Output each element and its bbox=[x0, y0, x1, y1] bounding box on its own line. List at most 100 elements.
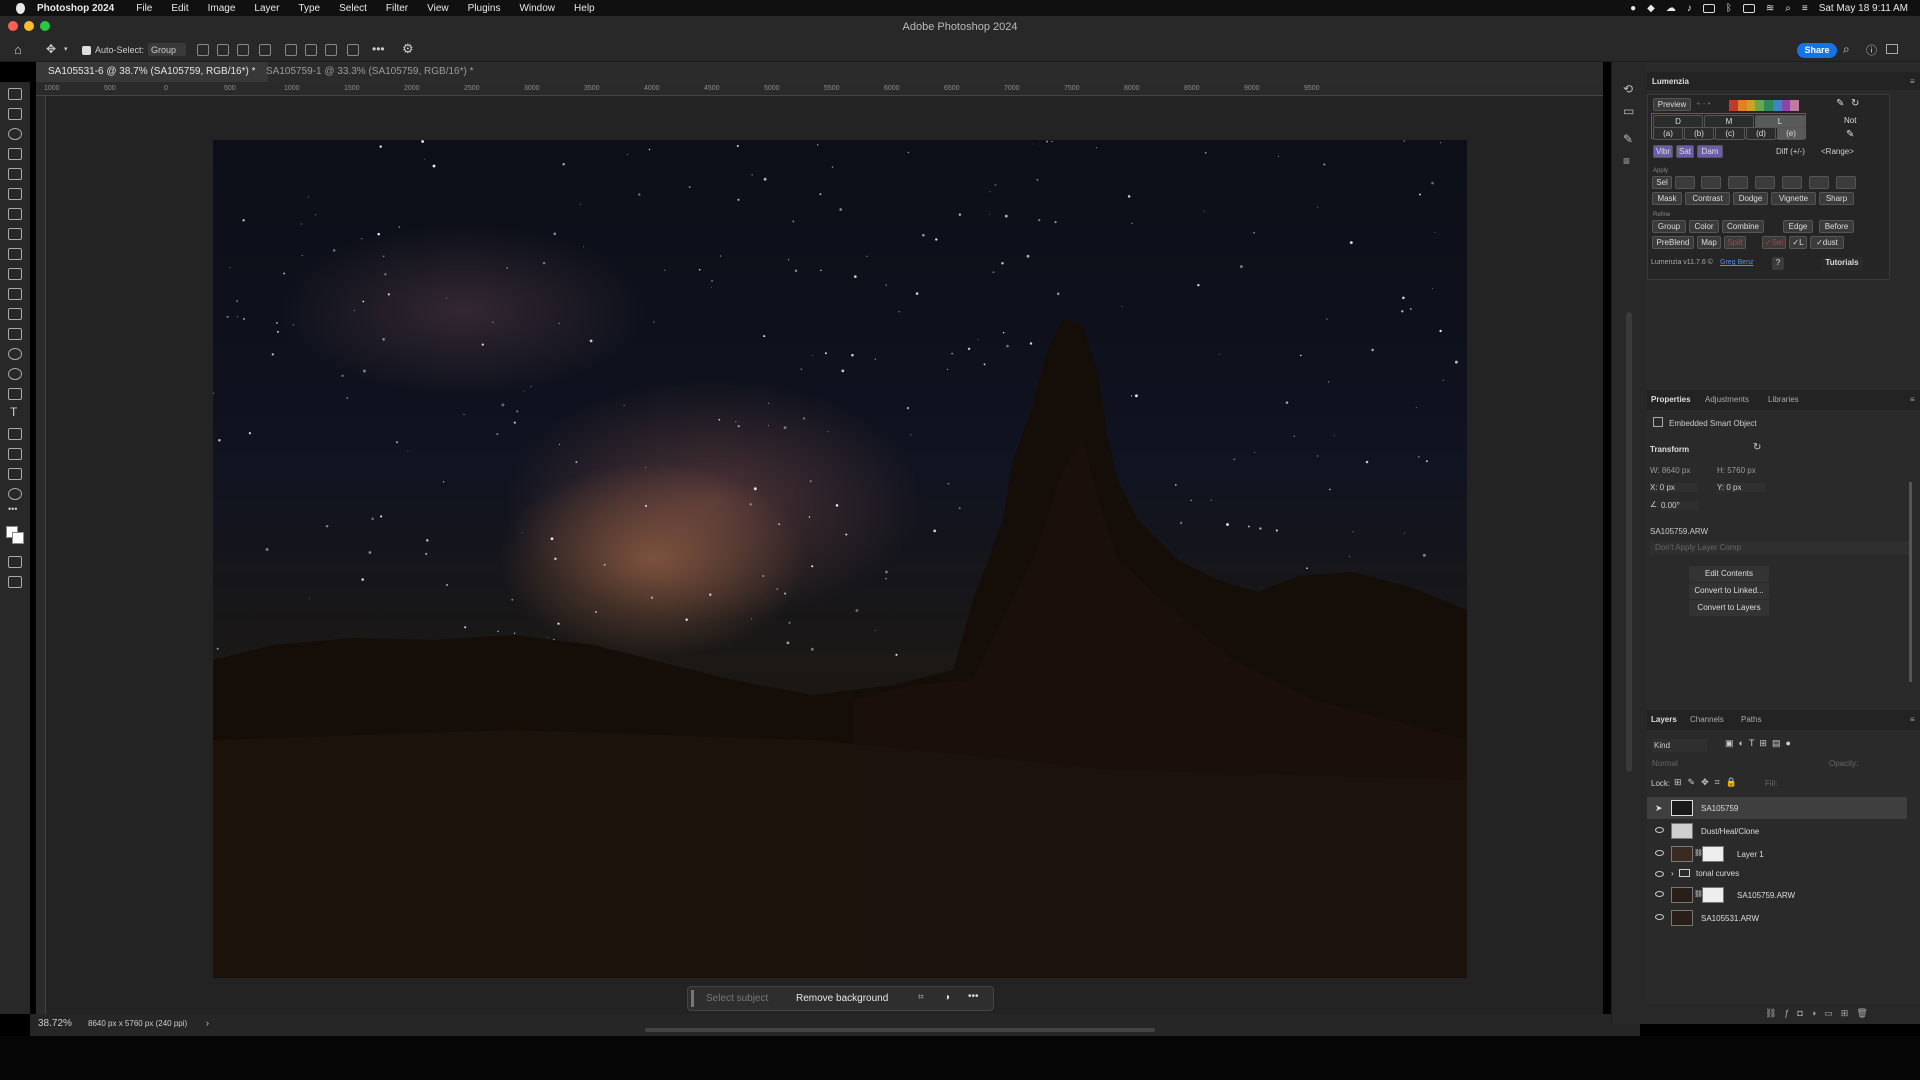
visibility-eye-icon[interactable] bbox=[1655, 914, 1664, 920]
blur-tool-icon[interactable] bbox=[8, 348, 22, 360]
object-selection-tool-icon[interactable] bbox=[8, 148, 22, 160]
layer-filter-icons[interactable]: ▣◐T⊞▤● bbox=[1725, 738, 1796, 749]
tab-paths[interactable]: Paths bbox=[1741, 715, 1761, 724]
battery-icon[interactable] bbox=[1742, 3, 1755, 13]
path-selection-tool-icon[interactable] bbox=[8, 428, 22, 440]
share-button[interactable]: Share bbox=[1797, 43, 1837, 58]
refresh-icon[interactable]: ↻ bbox=[1851, 98, 1859, 109]
workspace-icon[interactable] bbox=[1886, 44, 1898, 54]
tab-properties[interactable]: Properties bbox=[1651, 395, 1691, 404]
before-button[interactable]: Before bbox=[1819, 220, 1854, 233]
layer-name[interactable]: SA105531.ARW bbox=[1701, 914, 1759, 923]
menu-file[interactable]: File bbox=[136, 3, 152, 14]
check-dust-button[interactable]: ✓dust bbox=[1810, 236, 1844, 249]
combine-button[interactable]: Combine bbox=[1722, 220, 1764, 233]
auto-select-checkbox[interactable] bbox=[82, 46, 91, 55]
sel-button[interactable]: Sel bbox=[1652, 176, 1672, 189]
damage-button[interactable]: Dam bbox=[1697, 145, 1723, 158]
split-button[interactable]: Split bbox=[1724, 236, 1746, 249]
channels-icon[interactable] bbox=[1782, 176, 1802, 189]
visibility-eye-icon[interactable] bbox=[1655, 827, 1664, 833]
brush-tool-icon[interactable] bbox=[8, 248, 22, 260]
clone-stamp-tool-icon[interactable] bbox=[8, 268, 22, 280]
split-icon[interactable] bbox=[1728, 176, 1748, 189]
layer-name[interactable]: tonal curves bbox=[1696, 869, 1739, 878]
eyedropper-tool-icon[interactable] bbox=[8, 208, 22, 220]
menu-edit[interactable]: Edit bbox=[171, 3, 188, 14]
lock-icons[interactable]: ⊞✎✥⌗🔒 bbox=[1674, 777, 1743, 788]
brush-settings-icon[interactable]: ✎ bbox=[1623, 132, 1633, 146]
height-field[interactable]: H: 5760 px bbox=[1717, 466, 1756, 475]
line-tool-icon[interactable] bbox=[8, 448, 22, 460]
swatch-red[interactable] bbox=[1729, 100, 1738, 111]
tab-libraries[interactable]: Libraries bbox=[1768, 395, 1799, 404]
zone-e-button[interactable]: (e) bbox=[1777, 127, 1805, 140]
layer-row[interactable]: ➤ SA105759 bbox=[1647, 797, 1907, 819]
diff-toggle[interactable]: Diff (+/-) bbox=[1776, 147, 1805, 156]
panel-menu-icon[interactable]: ≡ bbox=[1910, 395, 1915, 404]
lasso-tool-icon[interactable] bbox=[8, 128, 22, 140]
record-icon[interactable]: ● bbox=[1630, 3, 1636, 14]
align-right-icon[interactable] bbox=[237, 44, 249, 56]
hand-tool-icon[interactable] bbox=[8, 468, 22, 480]
menu-select[interactable]: Select bbox=[339, 3, 367, 14]
tab-layers[interactable]: Layers bbox=[1651, 715, 1677, 724]
edit-toolbar-icon[interactable]: ••• bbox=[8, 504, 17, 514]
menu-app-name[interactable]: Photoshop 2024 bbox=[37, 3, 114, 14]
control-center-icon[interactable]: ≡ bbox=[1802, 3, 1808, 14]
visibility-eye-icon[interactable] bbox=[1655, 871, 1664, 877]
layer-actions-icons[interactable]: ⛓ƒ◘◑▭⊞🗑 bbox=[1765, 1008, 1876, 1019]
zoom-level[interactable]: 38.72% bbox=[38, 1018, 72, 1029]
healing-brush-tool-icon[interactable] bbox=[8, 228, 22, 240]
auto-select-dropdown[interactable]: Group bbox=[148, 43, 186, 56]
sharp-button[interactable]: Sharp bbox=[1819, 192, 1854, 205]
home-icon[interactable]: ⌂ bbox=[14, 42, 22, 57]
layer-kind-filter[interactable]: Kind bbox=[1652, 739, 1707, 752]
spotlight-icon[interactable]: ⌕ bbox=[1785, 3, 1791, 14]
swatch-orange[interactable] bbox=[1737, 100, 1747, 111]
y-position-field[interactable]: Y: 0 px bbox=[1717, 483, 1765, 492]
author-link[interactable]: Greg Benz bbox=[1720, 259, 1753, 266]
history-icon[interactable]: ⟲ bbox=[1623, 82, 1633, 96]
layer-name[interactable]: SA105759.ARW bbox=[1737, 891, 1795, 900]
reset-transform-icon[interactable]: ↻ bbox=[1753, 442, 1761, 453]
eraser-tool-icon[interactable] bbox=[8, 308, 22, 320]
levels-icon[interactable] bbox=[1701, 176, 1721, 189]
tab-adjustments[interactable]: Adjustments bbox=[1705, 395, 1749, 404]
dodge-tool-icon[interactable] bbox=[8, 368, 22, 380]
tab-document-1[interactable]: SA105531-6 @ 38.7% (SA105759, RGB/16*) * bbox=[36, 62, 268, 82]
curves-icon[interactable] bbox=[1675, 176, 1695, 189]
comments-icon[interactable]: ▭ bbox=[1623, 104, 1634, 118]
layer-row[interactable]: ⛓ SA105759.ARW bbox=[1647, 884, 1907, 906]
link-icon[interactable] bbox=[1809, 176, 1829, 189]
screen-mode-icon[interactable] bbox=[8, 576, 22, 588]
properties-scrollbar[interactable] bbox=[1909, 482, 1912, 682]
zone-a-button[interactable]: (a) bbox=[1653, 127, 1683, 140]
zone-d-button[interactable]: (d) bbox=[1746, 127, 1776, 140]
swatch-blue[interactable] bbox=[1772, 100, 1782, 111]
layer-name[interactable]: Layer 1 bbox=[1737, 850, 1764, 859]
align-middle-icon[interactable] bbox=[305, 44, 317, 56]
drag-handle-icon[interactable] bbox=[691, 990, 694, 1007]
contrast-button[interactable]: Contrast bbox=[1685, 192, 1730, 205]
map-button[interactable]: Map bbox=[1697, 236, 1721, 249]
menu-type[interactable]: Type bbox=[298, 3, 320, 14]
layer-row[interactable]: › tonal curves bbox=[1647, 864, 1907, 883]
menu-view[interactable]: View bbox=[427, 3, 449, 14]
select-subject-button[interactable]: Select subject bbox=[706, 993, 768, 1004]
layer-name[interactable]: SA105759 bbox=[1701, 804, 1738, 813]
layer-comp-select[interactable]: Don't Apply Layer Comp bbox=[1650, 541, 1912, 555]
layer-name[interactable]: Dust/Heal/Clone bbox=[1701, 827, 1759, 836]
dropbox-icon[interactable]: ◆ bbox=[1647, 3, 1655, 14]
align-left-icon[interactable] bbox=[197, 44, 209, 56]
crop-tool-icon[interactable] bbox=[8, 168, 22, 180]
preview-button[interactable]: Preview bbox=[1653, 98, 1691, 111]
width-field[interactable]: W: 8640 px bbox=[1650, 466, 1690, 475]
range-button[interactable]: <Range> bbox=[1821, 147, 1854, 156]
cloud-icon[interactable]: ☁ bbox=[1666, 3, 1676, 14]
check-l-button[interactable]: ✓L bbox=[1789, 236, 1807, 249]
more-options-icon[interactable]: ••• bbox=[968, 991, 979, 1002]
vignette-button[interactable]: Vignette bbox=[1771, 192, 1816, 205]
crop-icon[interactable]: ⌗ bbox=[918, 992, 924, 1003]
menu-image[interactable]: Image bbox=[208, 3, 236, 14]
